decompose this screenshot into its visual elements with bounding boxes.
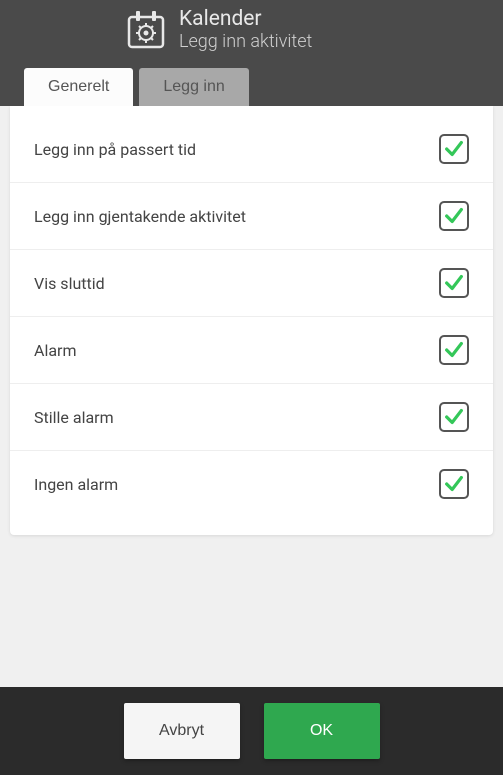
checkbox-sluttid[interactable]	[439, 268, 469, 298]
checkbox-alarm[interactable]	[439, 335, 469, 365]
setting-row-stille-alarm: Stille alarm	[10, 384, 493, 451]
app-header: Kalender Legg inn aktivitet Generelt Leg…	[0, 0, 503, 106]
setting-label: Stille alarm	[34, 408, 114, 427]
app-subtitle: Legg inn aktivitet	[179, 31, 312, 53]
tab-generelt[interactable]: Generelt	[24, 68, 133, 106]
checkbox-stille-alarm[interactable]	[439, 402, 469, 432]
setting-row-alarm: Alarm	[10, 317, 493, 384]
setting-label: Legg inn på passert tid	[34, 140, 196, 159]
setting-row-gjentakende: Legg inn gjentakende aktivitet	[10, 183, 493, 250]
setting-label: Ingen alarm	[34, 475, 118, 494]
checkbox-passert-tid[interactable]	[439, 134, 469, 164]
setting-row-ingen-alarm: Ingen alarm	[10, 451, 493, 517]
cancel-button[interactable]: Avbryt	[124, 703, 240, 759]
settings-panel: Legg inn på passert tid Legg inn gjentak…	[10, 106, 493, 535]
setting-label: Alarm	[34, 341, 76, 360]
ok-button[interactable]: OK	[264, 703, 380, 759]
tab-bar: Generelt Legg inn	[24, 68, 249, 106]
footer-bar: Avbryt OK	[0, 687, 503, 775]
tab-legg-inn[interactable]: Legg inn	[139, 68, 248, 106]
title-block: Kalender Legg inn aktivitet	[179, 8, 312, 53]
setting-label: Legg inn gjentakende aktivitet	[34, 207, 246, 226]
checkbox-ingen-alarm[interactable]	[439, 469, 469, 499]
checkbox-gjentakende[interactable]	[439, 201, 469, 231]
setting-row-passert-tid: Legg inn på passert tid	[10, 116, 493, 183]
calendar-settings-icon	[125, 9, 167, 51]
app-title: Kalender	[179, 8, 312, 31]
setting-label: Vis sluttid	[34, 274, 105, 293]
header-title-row: Kalender Legg inn aktivitet	[0, 0, 503, 53]
setting-row-sluttid: Vis sluttid	[10, 250, 493, 317]
